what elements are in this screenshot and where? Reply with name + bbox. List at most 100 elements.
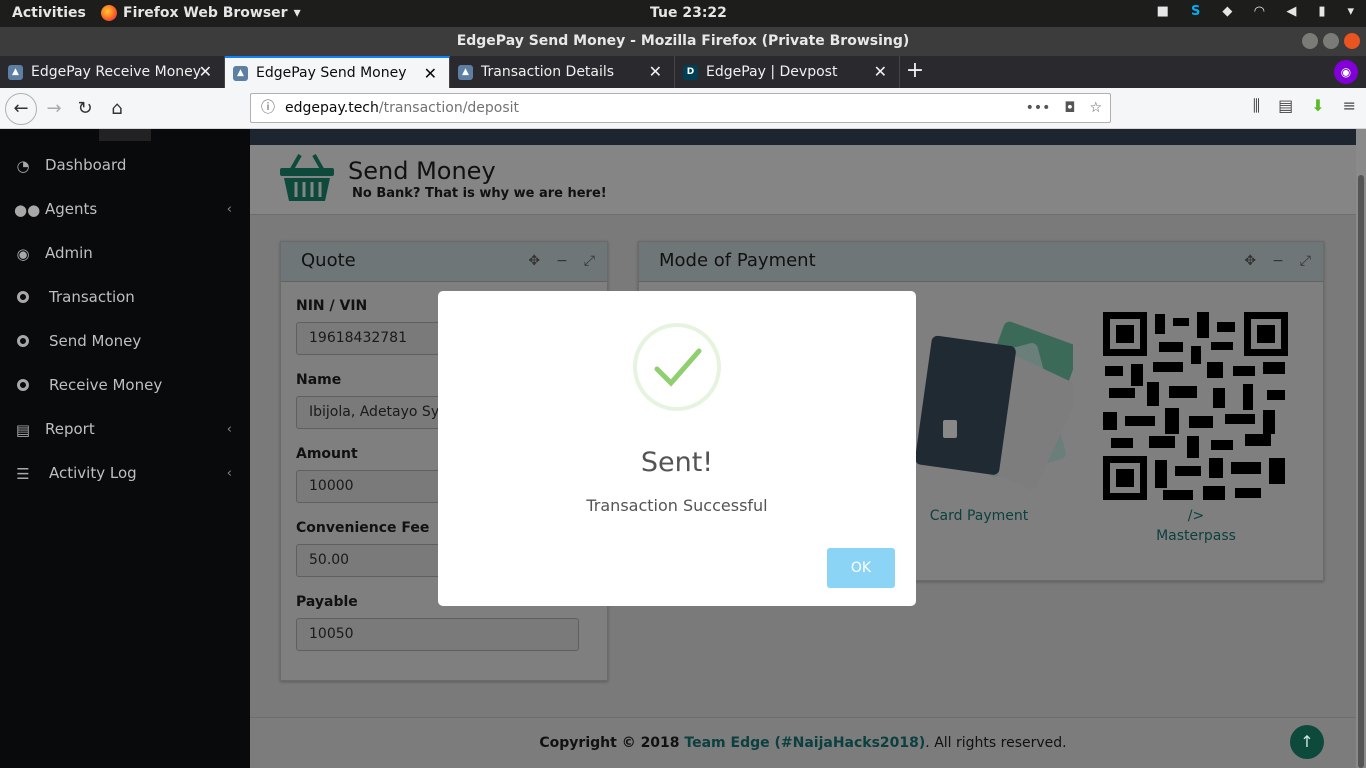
wifi-icon[interactable]: ◠	[1254, 4, 1264, 19]
back-button[interactable]: ←	[5, 93, 37, 125]
edgepay-favicon-icon: ▲	[233, 65, 248, 81]
maximize-button[interactable]	[1323, 33, 1339, 49]
panel-title: Quote	[301, 250, 356, 271]
tab-devpost[interactable]: D EdgePay | Devpost ✕	[675, 56, 900, 88]
masterpass-qr-code[interactable]	[1103, 312, 1288, 500]
circle-icon	[14, 333, 32, 349]
collapse-icon[interactable]: −	[556, 242, 568, 280]
new-tab-button[interactable]: +	[900, 56, 930, 88]
sidebar-item-label: Activity Log	[49, 464, 137, 482]
sidebar: ◔ Dashboard ●● Agents ‹ ◉ Admin Transact…	[0, 129, 250, 768]
sidebar-item-label: Dashboard	[45, 156, 127, 174]
site-info-icon[interactable]: ⓘ	[261, 94, 275, 122]
sidebar-item-activity-log[interactable]: ☰ Activity Log ‹	[0, 451, 250, 495]
user-circle-icon: ◉	[16, 245, 30, 263]
reload-button[interactable]: ↻	[72, 96, 98, 122]
move-icon[interactable]: ✥	[528, 242, 540, 280]
chevron-left-icon: ‹	[226, 465, 232, 481]
amount-label: Amount	[296, 446, 358, 462]
dropbox-icon[interactable]: ◆	[1222, 4, 1232, 19]
close-window-button[interactable]	[1344, 33, 1360, 49]
close-tab-icon[interactable]: ✕	[199, 62, 212, 81]
sidebar-item-agents[interactable]: ●● Agents ‹	[0, 187, 250, 231]
url-path: /transaction/deposit	[378, 100, 520, 116]
edgepay-logo[interactable]	[99, 129, 151, 141]
circle-icon	[14, 289, 32, 305]
fee-label: Convenience Fee	[296, 520, 430, 536]
page-title: Send Money	[348, 157, 496, 185]
sidebar-item-label: Transaction	[49, 288, 135, 306]
volume-icon[interactable]: ◀	[1286, 4, 1296, 19]
close-tab-icon[interactable]: ✕	[874, 62, 887, 81]
forward-button[interactable]: →	[41, 96, 67, 122]
page-header: Send Money No Bank? That is why we are h…	[250, 145, 1356, 215]
circle-icon	[14, 377, 32, 393]
dashboard-icon: ◔	[16, 157, 30, 175]
sidebar-item-label: Admin	[45, 244, 93, 262]
tab-send-money[interactable]: ▲ EdgePay Send Money ✕	[225, 56, 450, 88]
bookmark-star-icon[interactable]: ☆	[1089, 94, 1102, 122]
tab-label: Transaction Details	[481, 64, 615, 80]
payable-label: Payable	[296, 594, 358, 610]
chevron-left-icon: ‹	[226, 201, 232, 217]
sidebar-item-report[interactable]: ▤ Report ‹	[0, 407, 250, 451]
sidebar-item-admin[interactable]: ◉ Admin	[0, 231, 250, 275]
camera-icon[interactable]: ■	[1157, 4, 1169, 19]
top-nav-strip	[250, 129, 1356, 145]
credit-cards-image[interactable]	[913, 320, 1073, 490]
sidebar-item-receive-money[interactable]: Receive Money	[0, 363, 250, 407]
tab-receive-money[interactable]: ▲ EdgePay Receive Money ✕	[0, 56, 225, 88]
navigation-bar: ← → ↻ ⌂ ⓘ edgepay.tech/transaction/depos…	[0, 88, 1366, 129]
tab-label: EdgePay Send Money	[256, 65, 407, 81]
sidebar-item-dashboard[interactable]: ◔ Dashboard	[0, 143, 250, 187]
tab-strip: ▲ EdgePay Receive Money ✕ ▲ EdgePay Send…	[0, 56, 1366, 88]
scroll-to-top-button[interactable]: ↑	[1290, 725, 1324, 759]
list-icon: ☰	[16, 465, 30, 483]
chevron-down-icon: ▾	[293, 5, 301, 21]
tab-label: EdgePay | Devpost	[706, 64, 838, 80]
sidebar-toggle-icon[interactable]: ▤	[1278, 96, 1293, 116]
power-menu-icon[interactable]: ▾	[1347, 4, 1354, 19]
payable-field[interactable]: 10050	[296, 618, 579, 651]
pocket-icon[interactable]: ◘	[1064, 94, 1075, 122]
page-subtitle: No Bank? That is why we are here!	[352, 186, 607, 201]
sidebar-item-label: Send Money	[49, 332, 142, 350]
masterpass-link[interactable]: Masterpass	[1126, 528, 1266, 544]
sidebar-item-send-money[interactable]: Send Money	[0, 319, 250, 363]
users-icon: ●●	[14, 201, 41, 219]
success-dialog: Sent! Transaction Successful OK	[438, 291, 916, 606]
footer-suffix: . All rights reserved.	[925, 735, 1067, 751]
move-icon[interactable]: ✥	[1244, 242, 1256, 280]
tab-transaction-details[interactable]: ▲ Transaction Details ✕	[450, 56, 675, 88]
home-button[interactable]: ⌂	[104, 96, 130, 122]
library-icon[interactable]: ⫼	[1253, 96, 1260, 116]
dialog-title: Sent!	[640, 447, 714, 478]
masterpass-prefix: />	[1187, 508, 1205, 524]
minimize-button[interactable]	[1302, 33, 1318, 49]
download-icon[interactable]: ⬇	[1311, 96, 1324, 116]
close-tab-icon[interactable]: ✕	[649, 62, 662, 81]
fullscreen-icon[interactable]: ⤢	[1300, 242, 1311, 280]
skype-icon[interactable]: S	[1191, 4, 1200, 19]
nin-label: NIN / VIN	[296, 298, 368, 314]
sidebar-item-transaction[interactable]: Transaction	[0, 275, 250, 319]
payment-panel-header: Mode of Payment ✥ − ⤢	[639, 242, 1323, 282]
battery-icon[interactable]: ▮	[1318, 4, 1325, 19]
card-payment-link[interactable]: Card Payment	[909, 508, 1049, 524]
url-domain: edgepay.tech	[285, 100, 379, 116]
collapse-icon[interactable]: −	[1272, 242, 1284, 280]
ok-button[interactable]: OK	[827, 548, 895, 588]
system-tray[interactable]: ■ S ◆ ◠ ◀ ▮ ▾	[1157, 4, 1354, 19]
quote-panel-header: Quote ✥ − ⤢	[281, 242, 607, 282]
scrollbar-thumb[interactable]	[1358, 175, 1364, 768]
app-menu[interactable]: Firefox Web Browser ▾	[101, 5, 301, 21]
fullscreen-icon[interactable]: ⤢	[584, 242, 595, 280]
clock[interactable]: Tue 23:22	[650, 5, 727, 21]
team-link[interactable]: Team Edge (#NaijaHacks2018)	[684, 735, 925, 751]
page-scrollbar[interactable]	[1356, 129, 1366, 768]
activities-button[interactable]: Activities	[12, 5, 86, 21]
close-tab-icon[interactable]: ✕	[424, 64, 437, 83]
hamburger-menu-icon[interactable]: ≡	[1343, 96, 1356, 116]
page-actions-icon[interactable]: •••	[1026, 94, 1051, 122]
url-bar[interactable]: ⓘ edgepay.tech/transaction/deposit ••• ◘…	[250, 93, 1111, 123]
